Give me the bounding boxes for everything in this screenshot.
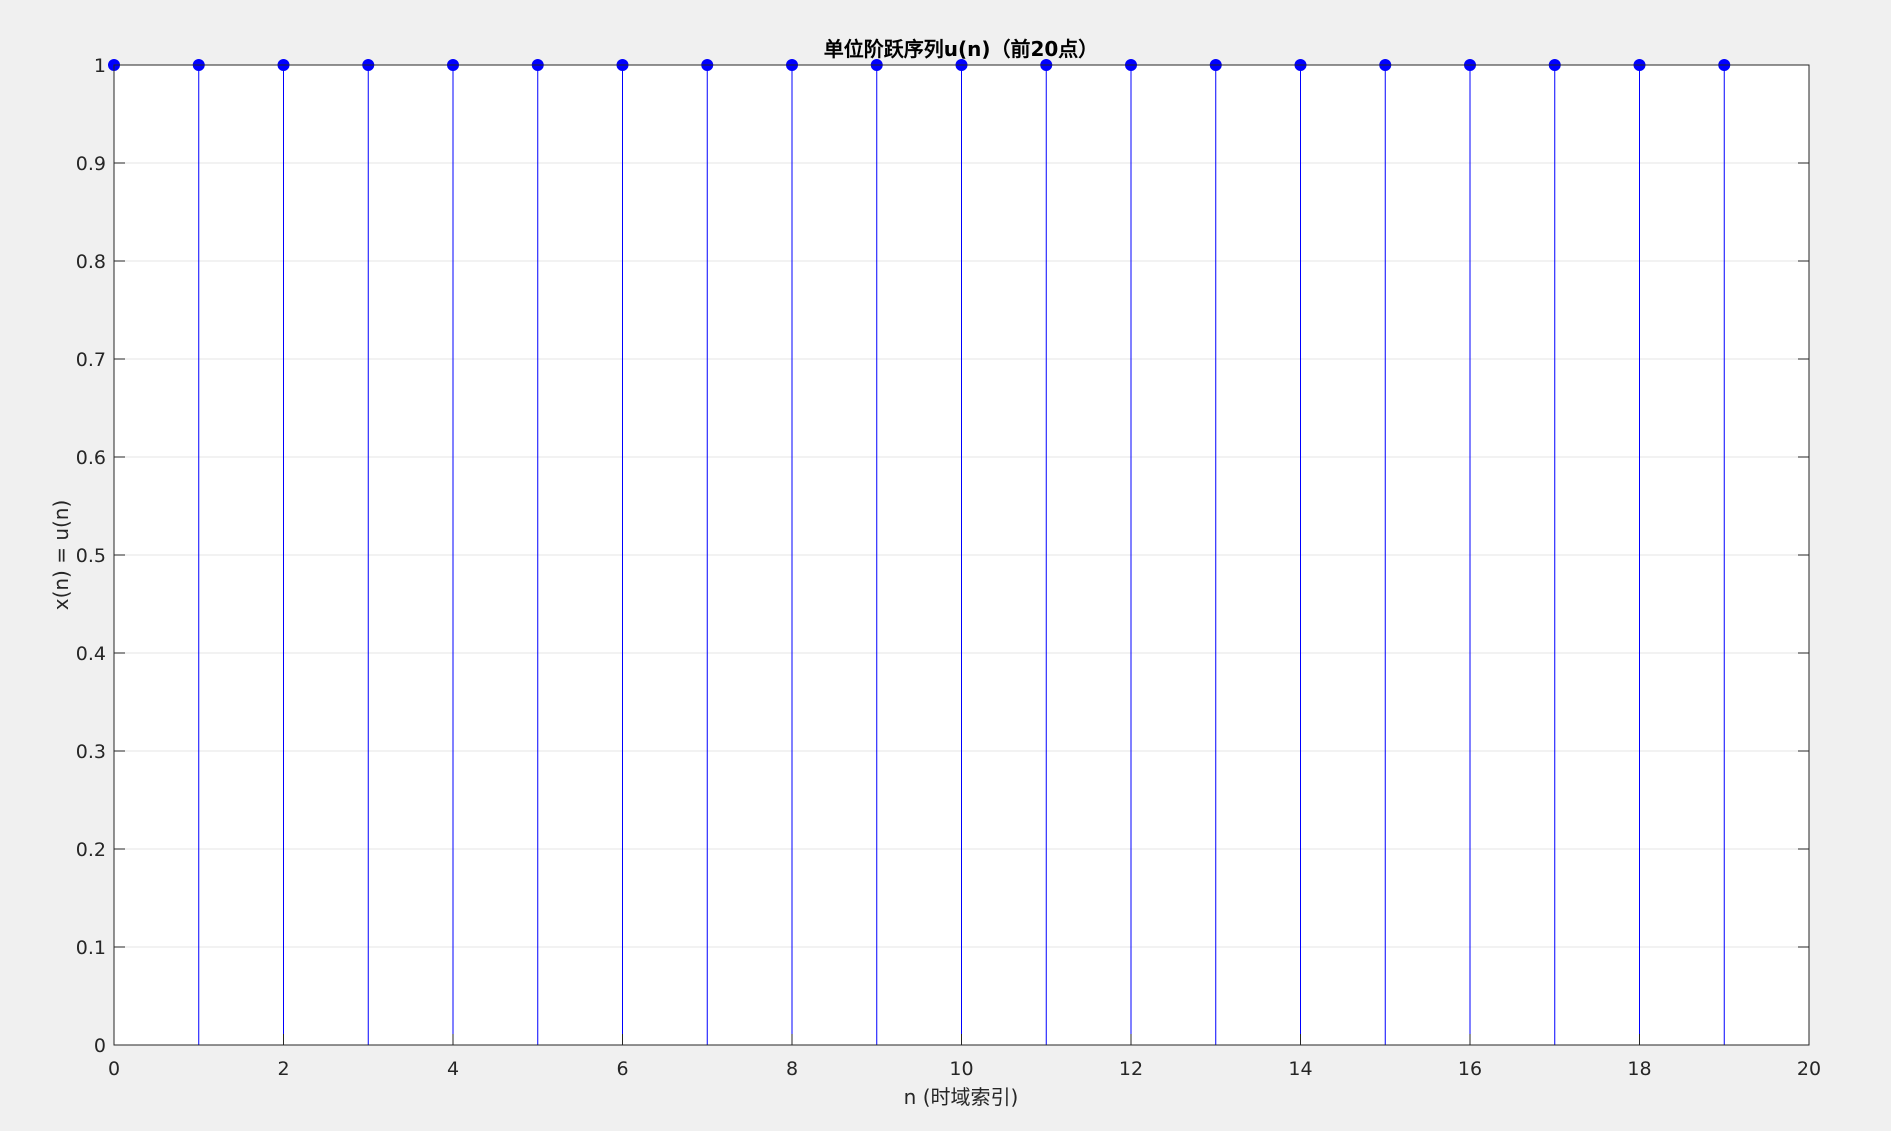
x-axis-label: n (时域索引) xyxy=(904,1085,1019,1109)
y-tick-label: 0.9 xyxy=(76,153,106,175)
y-tick-label: 0.8 xyxy=(76,251,106,273)
y-tick-labels: 0 0.1 0.2 0.3 0.4 0.5 0.6 0.7 0.8 0.9 1 xyxy=(76,55,106,1057)
x-tick-label: 20 xyxy=(1797,1058,1821,1080)
y-tick-label: 0.6 xyxy=(76,447,106,469)
x-tick-label: 12 xyxy=(1119,1058,1143,1080)
y-axis-label: x(n) = u(n) xyxy=(49,500,73,611)
y-tick-label: 1 xyxy=(94,55,106,77)
y-tick-label: 0.5 xyxy=(76,545,106,567)
chart-title: 单位阶跃序列u(n)（前20点） xyxy=(824,37,1099,61)
x-tick-label: 6 xyxy=(616,1058,628,1080)
figure: 0 2 4 6 8 10 12 14 16 18 20 0 0.1 0.2 0.3 0.4 0.5 0.6 0.7… xyxy=(49,37,1821,1109)
y-tick-label: 0 xyxy=(94,1035,106,1057)
x-tick-label: 16 xyxy=(1458,1058,1482,1080)
x-tick-label: 0 xyxy=(108,1058,120,1080)
x-tick-label: 18 xyxy=(1627,1058,1651,1080)
y-tick-label: 0.1 xyxy=(76,937,106,959)
x-tick-label: 14 xyxy=(1288,1058,1312,1080)
y-tick-label: 0.3 xyxy=(76,741,106,763)
y-tick-label: 0.4 xyxy=(76,643,106,665)
x-tick-labels: 0 2 4 6 8 10 12 14 16 18 20 xyxy=(108,1058,1821,1080)
x-tick-label: 8 xyxy=(786,1058,798,1080)
y-tick-label: 0.7 xyxy=(76,349,106,371)
x-tick-label: 2 xyxy=(277,1058,289,1080)
x-tick-label: 10 xyxy=(949,1058,973,1080)
x-tick-label: 4 xyxy=(447,1058,459,1080)
y-tick-label: 0.2 xyxy=(76,839,106,861)
